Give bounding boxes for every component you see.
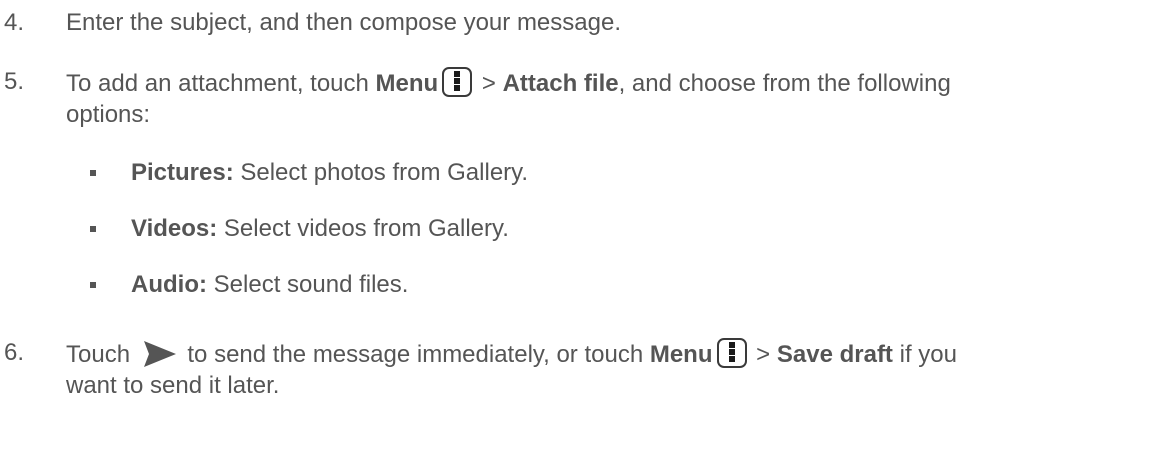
menu-label: Menu — [375, 70, 439, 97]
option-label: Pictures: — [131, 159, 234, 186]
step-text: Enter the subject, and then compose your… — [66, 9, 621, 36]
option-label: Audio: — [131, 271, 207, 298]
bullet-icon — [90, 226, 96, 232]
step-text-line1: Touch to send the message immediately, o… — [66, 338, 957, 370]
step-text-line1: To add an attachment, touch Menu > Attac… — [66, 67, 951, 99]
attach-file-label: Attach file — [502, 70, 619, 97]
step-number: 6. — [4, 339, 25, 366]
step-5-continued: options: — [66, 100, 150, 130]
option-text: Select photos from Gallery. — [233, 159, 529, 186]
menu-label: Menu — [649, 341, 713, 368]
step-text-line2: want to send it later. — [66, 372, 280, 399]
step-number: 4. — [4, 9, 25, 36]
option-label: Videos: — [131, 215, 218, 242]
menu-icon — [716, 338, 747, 368]
bullet-icon — [90, 282, 96, 288]
step-number: 5. — [4, 68, 25, 95]
step-text-line2: options: — [66, 101, 151, 128]
send-icon — [143, 341, 176, 367]
bullet-icon — [90, 170, 96, 176]
save-draft-label: Save draft — [776, 341, 893, 368]
option-text: Select videos from Gallery. — [217, 215, 509, 242]
step-6-continued: want to send it later. — [66, 371, 279, 401]
option-text: Select sound files. — [206, 271, 409, 298]
menu-icon — [442, 67, 473, 97]
